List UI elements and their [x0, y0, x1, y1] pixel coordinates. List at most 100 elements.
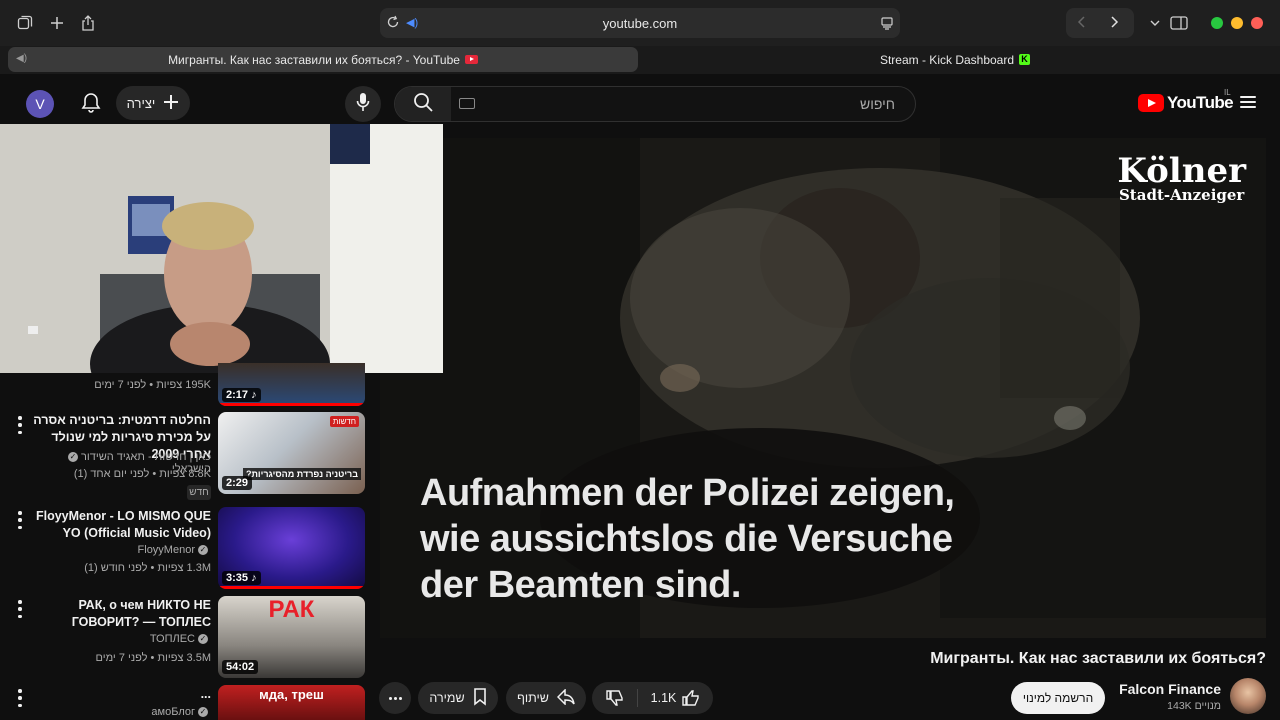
like-count: 1.1K: [650, 691, 677, 705]
video-meta: 195K צפיות • לפני 7 ימים: [94, 379, 211, 391]
watermark-line1: Kölner: [1117, 151, 1246, 191]
more-options-icon[interactable]: [14, 511, 26, 529]
plus-icon: [163, 94, 179, 113]
subscribe-button[interactable]: הרשמה למינוי: [1011, 682, 1105, 714]
video-duration: 54:02: [222, 660, 259, 674]
list-item[interactable]: ... амоБлог ✓ мда, треш: [0, 685, 370, 720]
window-minimize-button[interactable]: [1231, 17, 1243, 29]
tab-bar: ◀︎) Мигранты. Как нас заставили их боять…: [0, 46, 1280, 74]
thumbnail-caption: בריטניה נפרדת מהסיגריות?: [242, 468, 361, 480]
new-tab-icon[interactable]: [44, 10, 70, 36]
thumbnail-tag: חדשות: [329, 416, 359, 427]
voice-search-button[interactable]: [345, 86, 381, 122]
thumbs-down-icon: [605, 690, 623, 706]
list-item[interactable]: החלטה דרמטית: בריטניה אסרה על מכירת סיגר…: [0, 412, 370, 502]
create-button[interactable]: יצירה: [116, 86, 190, 120]
save-button[interactable]: שמירה: [418, 682, 498, 714]
more-options-icon[interactable]: [14, 416, 26, 434]
youtube-logo[interactable]: YouTube IL: [1138, 88, 1234, 114]
tab-youtube[interactable]: ◀︎) Мигранты. Как нас заставили их боять…: [8, 47, 638, 72]
video-title[interactable]: ...: [30, 686, 211, 703]
video-thumbnail[interactable]: мда, треш: [218, 685, 365, 720]
like-button[interactable]: 1.1K: [638, 689, 713, 707]
share-arrow-icon: [556, 687, 575, 708]
like-dislike-group: 1.1K: [592, 682, 713, 714]
list-item[interactable]: 195K צפיות • לפני 7 ימים 2:17 ♪: [0, 363, 370, 407]
verified-icon: ✓: [68, 452, 79, 463]
search-input[interactable]: [455, 87, 907, 121]
youtube-play-icon: [1138, 94, 1164, 112]
share-button[interactable]: שיתוף: [506, 682, 586, 714]
reader-icon[interactable]: [880, 16, 894, 33]
more-actions-button[interactable]: [379, 682, 411, 714]
reload-icon[interactable]: [386, 15, 400, 32]
video-duration: 3:35 ♪: [222, 571, 261, 585]
tab-kick[interactable]: Stream - Kick Dashboard K: [640, 47, 1270, 72]
thumbnail-text: мда, треш: [259, 687, 324, 702]
dislike-button[interactable]: [592, 689, 638, 707]
thumbnail-text: РАК: [268, 596, 315, 623]
publisher-watermark: Kölner Stadt-Anzeiger: [1117, 154, 1246, 203]
nav-buttons: [1066, 8, 1134, 38]
sidebar-toggle-icon[interactable]: [12, 10, 38, 36]
channel-avatar[interactable]: [1230, 678, 1266, 714]
webcam-overlay: [0, 124, 443, 373]
search-icon: [413, 92, 433, 117]
share-icon[interactable]: [75, 10, 101, 36]
webcam-image: [0, 124, 443, 373]
audio-playing-icon[interactable]: ◀︎): [406, 16, 418, 29]
verified-icon: ✓: [198, 545, 208, 556]
tab-title: Мигранты. Как нас заставили их бояться? …: [168, 52, 460, 67]
video-title[interactable]: РАК, о чем НИКТО НЕ ГОВОРИТ? — ТОПЛЕС: [30, 597, 211, 631]
video-thumbnail[interactable]: חדשות בריטניה נפרדת מהסיגריות? 2:29: [218, 412, 365, 494]
verified-icon: ✓: [198, 707, 208, 718]
video-title: Мигранты. Как нас заставили их бояться?: [930, 650, 1266, 667]
browser-toolbar: ◀︎) youtube.com: [0, 0, 1280, 46]
list-item[interactable]: РАК, о чем НИКТО НЕ ГОВОРИТ? — ТОПЛЕС ТО…: [0, 596, 370, 678]
notifications-bell-icon[interactable]: [78, 90, 104, 116]
list-item[interactable]: FloyyMenor - LO MISMO QUE YO (Official M…: [0, 507, 370, 589]
video-subtitle: Aufnahmen der Polizei zeigen, wie aussic…: [420, 472, 955, 606]
channel-name[interactable]: Falcon Finance: [1100, 681, 1221, 697]
forward-icon[interactable]: [1108, 15, 1120, 34]
account-avatar[interactable]: V: [26, 90, 54, 118]
split-view-icon[interactable]: [1166, 10, 1192, 36]
video-meta: 8.8K צפיות • לפני יום אחד (1): [73, 468, 211, 480]
video-player[interactable]: Kölner Stadt-Anzeiger Aufnahmen der Poli…: [380, 138, 1266, 638]
video-meta: 3.5M צפיות • לפני 7 ימים: [95, 652, 211, 664]
create-label: יצירה: [126, 95, 156, 111]
new-badge: חדש: [187, 485, 211, 500]
tab-title: Stream - Kick Dashboard: [879, 52, 1015, 67]
back-icon[interactable]: [1076, 15, 1088, 34]
search-box: [394, 86, 916, 122]
search-button[interactable]: [395, 87, 451, 121]
window-close-button[interactable]: [1251, 17, 1263, 29]
tab-audio-icon[interactable]: ◀︎): [16, 53, 27, 64]
bookmark-icon: [473, 687, 487, 709]
video-duration: 2:29: [222, 476, 253, 490]
verified-icon: ✓: [198, 634, 208, 645]
microphone-icon: [356, 92, 370, 117]
country-code: IL: [1224, 88, 1231, 97]
save-label: שמירה: [429, 691, 465, 705]
video-thumbnail[interactable]: РАК 54:02: [218, 596, 365, 678]
channel-name[interactable]: ТОПЛЕС ✓: [30, 633, 211, 645]
more-options-icon[interactable]: [14, 600, 26, 618]
channel-name[interactable]: амоБлог ✓: [30, 706, 211, 718]
hamburger-menu-icon[interactable]: [1240, 96, 1256, 108]
chevron-down-icon[interactable]: [1142, 10, 1168, 36]
video-title[interactable]: FloyyMenor - LO MISMO QUE YO (Official M…: [30, 508, 211, 542]
youtube-header: V יצירה YouTube IL: [0, 74, 1280, 130]
video-thumbnail[interactable]: 3:35 ♪: [218, 507, 365, 589]
channel-name[interactable]: FloyyMenor ✓: [30, 544, 211, 556]
video-thumbnail[interactable]: 2:17 ♪: [218, 363, 365, 406]
window-zoom-button[interactable]: [1211, 17, 1223, 29]
address-text[interactable]: youtube.com: [603, 16, 677, 31]
subscriber-count: 143K מנויים: [1167, 700, 1221, 712]
watch-progress: [218, 403, 365, 406]
more-options-icon[interactable]: [14, 689, 26, 707]
address-bar[interactable]: ◀︎) youtube.com: [380, 8, 900, 38]
watermark-line2: Stadt-Anzeiger: [1118, 186, 1245, 204]
kick-favicon-icon: K: [1019, 54, 1031, 65]
watch-progress: [218, 586, 365, 589]
